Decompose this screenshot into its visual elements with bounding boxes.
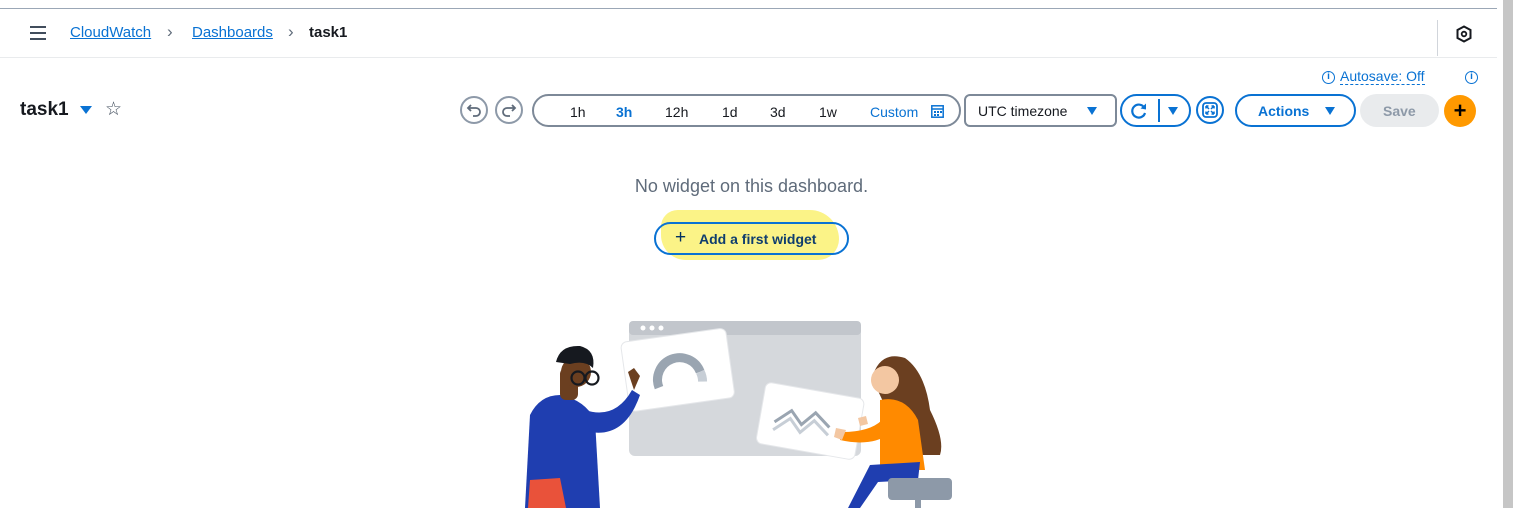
star-icon[interactable]: ☆ <box>105 98 122 121</box>
add-first-widget-label: Add a first widget <box>699 231 817 247</box>
breadcrumb-dashboards[interactable]: Dashboards <box>192 23 273 43</box>
menu-icon[interactable] <box>30 26 46 40</box>
actions-button[interactable]: Actions <box>1235 94 1356 127</box>
breadcrumb-separator: › <box>167 22 173 41</box>
add-widget-button[interactable]: + <box>1444 95 1476 127</box>
redo-icon <box>502 104 517 117</box>
undo-button[interactable] <box>460 96 488 124</box>
info-icon: i <box>1322 71 1335 84</box>
autosave-link[interactable]: Autosave: Off <box>1340 68 1425 85</box>
undo-icon <box>466 104 481 117</box>
divider <box>1158 99 1160 122</box>
timezone-select[interactable]: UTC timezone <box>964 94 1117 127</box>
breadcrumb-bar: CloudWatch › Dashboards › task1 <box>0 9 1497 58</box>
caret-down-icon <box>1087 107 1097 115</box>
redo-button[interactable] <box>495 96 523 124</box>
breadcrumb-cloudwatch[interactable]: CloudWatch <box>70 23 151 43</box>
refresh-icon[interactable] <box>1130 102 1148 120</box>
time-range-3h[interactable]: 3h <box>616 104 632 120</box>
time-range-selector: 1h 3h 12h 1d 3d 1w Custom <box>532 94 961 127</box>
timezone-label: UTC timezone <box>978 103 1068 119</box>
time-range-1h[interactable]: 1h <box>570 104 586 120</box>
time-range-12h[interactable]: 12h <box>665 104 688 120</box>
time-range-3d[interactable]: 3d <box>770 104 786 120</box>
empty-state-message: No widget on this dashboard. <box>634 176 869 196</box>
actions-label: Actions <box>1258 103 1310 119</box>
info-icon[interactable]: i <box>1465 71 1478 84</box>
time-range-1d[interactable]: 1d <box>722 104 738 120</box>
breadcrumb-current: task1 <box>309 24 348 41</box>
page-title: task1 <box>20 99 69 120</box>
fullscreen-button[interactable] <box>1196 96 1224 124</box>
refresh-control <box>1120 94 1191 127</box>
empty-dashboard-illustration <box>525 321 952 508</box>
caret-down-icon <box>1325 107 1335 115</box>
time-range-1w[interactable]: 1w <box>819 104 837 120</box>
divider <box>1437 20 1438 56</box>
scrollbar-thumb[interactable] <box>1503 0 1513 508</box>
plus-icon: + <box>675 227 687 248</box>
breadcrumb-separator: › <box>288 22 294 41</box>
time-range-custom[interactable]: Custom <box>870 104 918 120</box>
save-button[interactable]: Save <box>1360 94 1439 127</box>
refresh-options-caret[interactable] <box>1168 107 1178 115</box>
add-first-widget-button[interactable]: + Add a first widget <box>654 222 849 255</box>
save-label: Save <box>1383 103 1416 119</box>
hexagon-icon[interactable] <box>1455 25 1473 43</box>
title-dropdown-caret[interactable] <box>80 106 92 114</box>
scrollbar[interactable] <box>1499 0 1517 508</box>
calendar-icon[interactable] <box>931 105 944 118</box>
fullscreen-icon <box>1202 102 1218 118</box>
